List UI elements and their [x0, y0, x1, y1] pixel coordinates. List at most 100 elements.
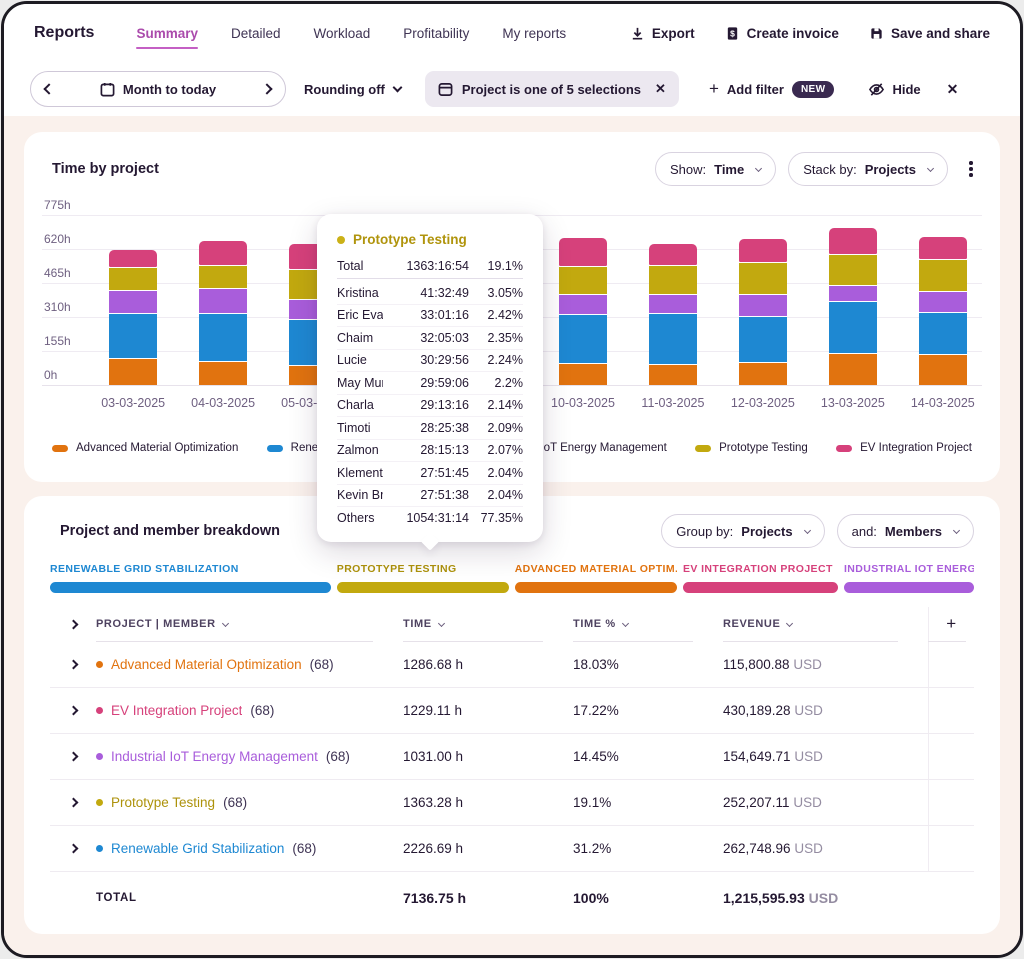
project-dot — [96, 707, 103, 714]
bar-12-03-2025[interactable] — [738, 239, 787, 385]
member-count: (68) — [325, 749, 350, 764]
hide-button[interactable]: Hide — [868, 81, 921, 98]
tab-profitability[interactable]: Profitability — [403, 20, 469, 47]
distribution-segment-blue[interactable]: RENEWABLE GRID STABILIZATION — [50, 563, 331, 593]
bar-segment-orange — [648, 365, 697, 385]
bar-segment-olive — [918, 260, 967, 293]
date-range-picker[interactable]: Month to today — [30, 71, 286, 107]
bar-segment-purple — [109, 290, 158, 314]
tab-my-reports[interactable]: My reports — [502, 20, 566, 47]
legend-item-pink[interactable]: EV Integration Project — [836, 442, 972, 454]
distribution-segment-purple[interactable]: INDUSTRIAL IOT ENERG... — [843, 563, 974, 593]
next-period-icon[interactable] — [261, 83, 273, 95]
bar-segment-blue — [199, 313, 248, 363]
x-axis-label-13-03-2025: 13-03-2025 — [820, 396, 885, 410]
distribution-segment-orange[interactable]: ADVANCED MATERIAL OPTIM... — [514, 563, 677, 593]
expand-row-icon[interactable] — [50, 705, 96, 716]
project-cell: Prototype Testing (68) — [96, 795, 403, 810]
bar-11-03-2025[interactable] — [648, 244, 697, 385]
total-revenue: 1,215,595.93 USD — [723, 890, 839, 906]
x-axis-label-12-03-2025: 12-03-2025 — [730, 396, 795, 410]
expand-row-icon[interactable] — [50, 751, 96, 762]
extra-column-cell — [928, 642, 974, 687]
bar-10-03-2025[interactable] — [558, 237, 607, 385]
distribution-segment-olive[interactable]: PROTOTYPE TESTING — [336, 563, 509, 593]
y-axis-label-310h: 310h — [44, 300, 71, 314]
expand-row-icon[interactable] — [50, 843, 96, 854]
prev-period-icon[interactable] — [43, 83, 55, 95]
group-by-dropdown[interactable]: Group by: Projects — [661, 514, 825, 548]
top-nav: Reports Summary Detailed Workload Profitabi… — [4, 4, 1020, 62]
chart-menu-button[interactable] — [960, 158, 982, 180]
sort-icon — [786, 619, 794, 627]
column-header-time-pct[interactable]: TIME % — [573, 618, 723, 630]
add-column-button[interactable]: + — [928, 607, 974, 641]
show-dropdown[interactable]: Show: Time — [654, 152, 777, 186]
create-invoice-button[interactable]: $ Create invoice — [725, 26, 839, 41]
tab-workload[interactable]: Workload — [314, 20, 371, 47]
add-filter-button[interactable]: + Add filter NEW — [709, 79, 835, 99]
save-and-share-button[interactable]: Save and share — [869, 26, 990, 41]
tooltip-row-kevin-brown: Kevin Brown27:51:382.04% — [337, 485, 523, 507]
x-axis-label-10-03-2025: 10-03-2025 — [550, 396, 615, 410]
bar-03-03-2025[interactable] — [109, 249, 158, 385]
time-pct-cell: 31.2% — [573, 841, 612, 856]
time-pct-cell: 17.22% — [573, 703, 619, 718]
eye-off-icon — [869, 82, 885, 96]
bar-segment-orange — [199, 362, 248, 385]
project-dot — [96, 799, 103, 806]
column-header-revenue[interactable]: REVENUE — [723, 618, 928, 630]
breakdown-title: Project and member breakdown — [60, 523, 280, 539]
expand-row-icon[interactable] — [50, 797, 96, 808]
expand-row-icon[interactable] — [50, 659, 96, 670]
hide-label: Hide — [892, 81, 921, 97]
chevron-down-icon — [952, 526, 961, 534]
rounding-dropdown[interactable]: Rounding off — [304, 82, 403, 97]
bar-segment-pink — [648, 244, 697, 266]
column-header-time[interactable]: TIME — [403, 618, 573, 630]
bar-segment-blue — [738, 316, 787, 363]
invoice-icon: $ — [725, 26, 740, 41]
legend-item-orange[interactable]: Advanced Material Optimization — [52, 442, 238, 454]
export-button[interactable]: Export — [630, 26, 695, 41]
total-time-pct: 100% — [573, 890, 609, 906]
distribution-segment-pink[interactable]: EV INTEGRATION PROJECT — [682, 563, 838, 593]
chevron-down-icon — [926, 164, 935, 172]
member-count: (68) — [223, 795, 248, 810]
bar-13-03-2025[interactable] — [828, 227, 877, 385]
app-window: Reports Summary Detailed Workload Profitabi… — [1, 1, 1023, 958]
table-total-row: TOTAL 7136.75 h 100% 1,215,595.93 USD — [50, 872, 974, 924]
bar-14-03-2025[interactable] — [918, 236, 967, 385]
remove-filter-icon[interactable]: ✕ — [655, 81, 666, 97]
time-pct-header-label: TIME % — [573, 618, 616, 630]
column-header-project[interactable]: PROJECT | MEMBER — [96, 618, 403, 630]
y-axis-label-465h: 465h — [44, 266, 71, 280]
close-filters-icon[interactable]: ✕ — [947, 81, 959, 98]
x-axis-label-03-03-2025: 03-03-2025 — [101, 396, 166, 410]
table-row-pink[interactable]: EV Integration Project (68) 1229.11 h 17.22… — [50, 688, 974, 734]
table-row-orange[interactable]: Advanced Material Optimization (68) 1286.6… — [50, 642, 974, 688]
legend-label: Advanced Material Optimization — [76, 442, 239, 454]
filter-bar: Month to today Rounding off Project is o… — [4, 62, 1020, 116]
table-row-olive[interactable]: Prototype Testing (68) 1363.28 h 19.1% 252,2… — [50, 780, 974, 826]
tab-detailed[interactable]: Detailed — [231, 20, 281, 47]
and-dropdown[interactable]: and: Members — [836, 514, 974, 548]
project-filter-chip[interactable]: Project is one of 5 selections ✕ — [424, 71, 679, 107]
tab-summary[interactable]: Summary — [136, 20, 198, 49]
distribution-bar-blue — [50, 582, 331, 593]
bar-04-03-2025[interactable] — [199, 240, 248, 385]
y-axis-label-0h: 0h — [44, 368, 58, 382]
header-actions: Export $ Create invoice Save and share — [630, 26, 990, 41]
table-row-blue[interactable]: Renewable Grid Stabilization (68) 2226.69 … — [50, 826, 974, 872]
extra-column-cell — [928, 780, 974, 825]
legend-item-olive[interactable]: Prototype Testing — [695, 442, 808, 454]
tooltip-row-klement: Klement 27:51:45 2.04% — [337, 462, 523, 485]
project-cell: Advanced Material Optimization (68) — [96, 657, 403, 672]
table-row-purple[interactable]: Industrial IoT Energy Management (68) 1031… — [50, 734, 974, 780]
extra-column-cell — [928, 688, 974, 733]
member-count: (68) — [292, 841, 317, 856]
y-axis-label-155h: 155h — [44, 334, 71, 348]
expand-all-button[interactable] — [50, 619, 96, 629]
stack-by-dropdown[interactable]: Stack by: Projects — [788, 152, 948, 186]
bar-segment-olive — [828, 254, 877, 286]
